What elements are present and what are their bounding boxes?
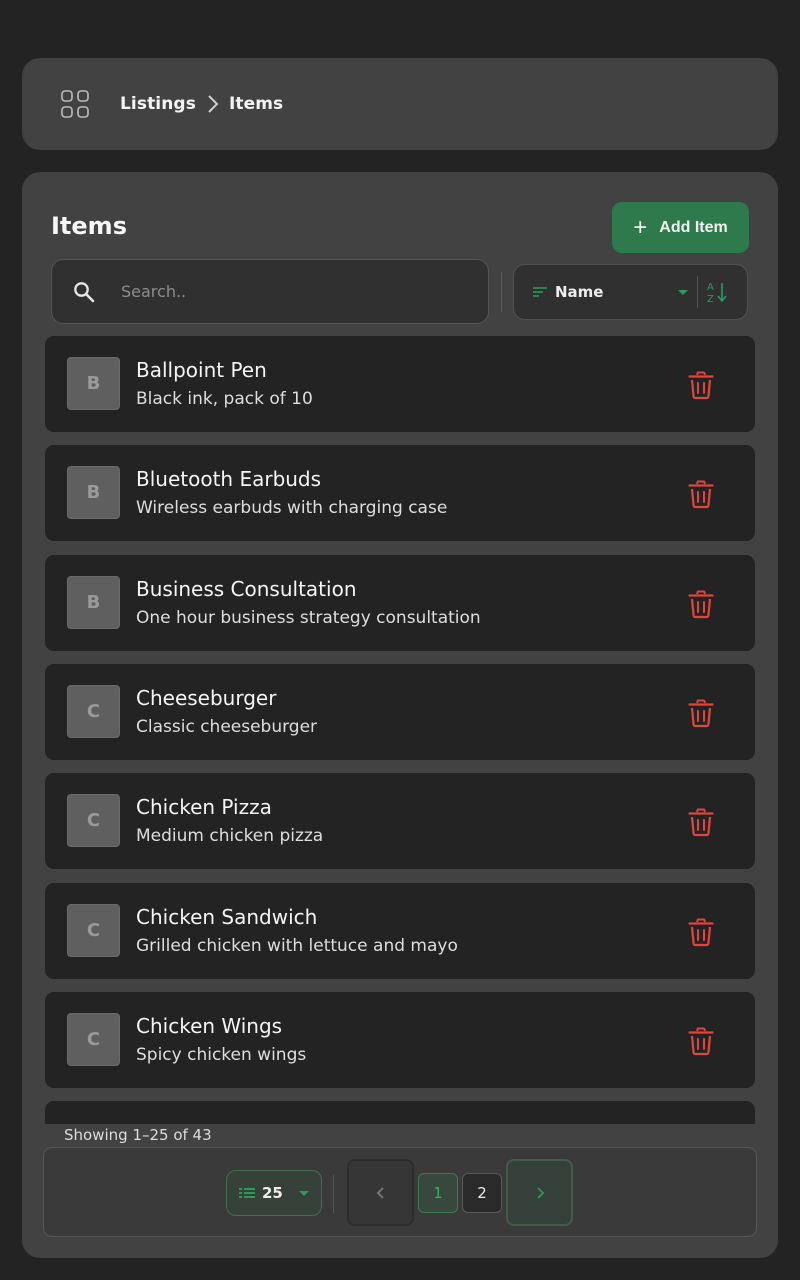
item-avatar: C: [67, 794, 120, 848]
item-description: Grilled chicken with lettuce and mayo: [136, 935, 458, 956]
item-name: Business Consultation: [136, 576, 357, 601]
next-page-button[interactable]: [506, 1159, 573, 1226]
trash-icon[interactable]: [685, 916, 717, 948]
per-page-value: 25: [262, 1184, 283, 1202]
trash-icon[interactable]: [685, 806, 717, 838]
list-item[interactable]: B Ballpoint Pen Black ink, pack of 10: [45, 336, 755, 432]
trash-icon[interactable]: [685, 1025, 717, 1057]
items-list: B Ballpoint Pen Black ink, pack of 10 B Blue…: [45, 336, 755, 1124]
trash-icon[interactable]: [685, 369, 717, 401]
search-input[interactable]: [121, 282, 451, 301]
search-icon: [74, 281, 95, 302]
add-item-button[interactable]: + Add Item: [612, 202, 749, 253]
grid-icon[interactable]: [60, 89, 90, 119]
previous-page-button[interactable]: [347, 1159, 414, 1226]
list-item[interactable]: C Chicken Pizza Medium chicken pizza: [45, 773, 755, 870]
svg-text:Z: Z: [707, 294, 714, 304]
add-item-label: Add Item: [659, 218, 728, 236]
svg-text:A: A: [707, 282, 714, 293]
divider: [333, 1175, 334, 1213]
items-panel: Items + Add Item Name A Z B Ballpoint Pen…: [22, 172, 778, 1258]
item-name: Chicken Wings: [136, 1013, 283, 1038]
item-avatar: C: [67, 684, 120, 738]
item-avatar: C: [67, 1012, 120, 1066]
chevron-left-icon: [376, 1186, 384, 1199]
chevron-right-icon: [208, 95, 219, 113]
item-avatar: C: [67, 903, 120, 957]
divider: [501, 272, 502, 312]
breadcrumb-items: Items: [228, 94, 284, 114]
trash-icon[interactable]: [685, 697, 717, 729]
sort-select[interactable]: Name A Z: [513, 264, 748, 320]
item-name: Chicken Sandwich: [136, 904, 318, 929]
list-item[interactable]: C Chicken Sandwich Grilled chicken with le…: [45, 882, 755, 979]
item-description: Medium chicken pizza: [136, 826, 324, 847]
page-title: Items: [51, 212, 127, 240]
item-name: Chicken Pizza: [136, 795, 272, 820]
item-description: Black ink, pack of 10: [136, 389, 313, 409]
breadcrumb-listings[interactable]: Listings: [120, 94, 196, 114]
sort-az-icon[interactable]: A Z: [706, 280, 728, 304]
chevron-right-icon: [536, 1186, 544, 1199]
trash-icon[interactable]: [685, 478, 717, 510]
item-description: One hour business strategy consultation: [136, 607, 481, 628]
list-item[interactable]: C Cheeseburger Classic cheeseburger: [45, 663, 755, 760]
sort-value: Name: [555, 283, 604, 301]
list-item[interactable]: [45, 1101, 755, 1124]
plus-icon: +: [633, 213, 648, 241]
chevron-down-icon: [678, 289, 688, 295]
top-bar: Listings Items: [22, 58, 778, 150]
item-description: Wireless earbuds with charging case: [136, 498, 448, 519]
search-box: [51, 259, 489, 324]
item-avatar: B: [67, 466, 120, 520]
sort-lines-icon: [533, 287, 547, 297]
pagination-bar: 25 1 2: [43, 1147, 757, 1237]
item-description: Spicy chicken wings: [136, 1044, 307, 1065]
item-avatar: B: [67, 357, 120, 410]
item-name: Bluetooth Earbuds: [136, 467, 322, 492]
list-item[interactable]: C Chicken Wings Spicy chicken wings: [45, 991, 755, 1088]
list-item[interactable]: B Bluetooth Earbuds Wireless earbuds with …: [45, 445, 755, 542]
page-2-button[interactable]: 2: [462, 1173, 502, 1213]
list-icon: [239, 1188, 255, 1198]
item-description: Classic cheeseburger: [136, 716, 318, 737]
page-1-button[interactable]: 1: [418, 1173, 458, 1213]
per-page-select[interactable]: 25: [226, 1170, 322, 1216]
chevron-down-icon: [298, 1190, 309, 1196]
divider: [697, 276, 698, 308]
trash-icon[interactable]: [685, 588, 717, 620]
item-name: Ballpoint Pen: [136, 358, 267, 382]
list-item[interactable]: B Business Consultation One hour business …: [45, 554, 755, 651]
item-avatar: B: [67, 575, 120, 629]
item-name: Cheeseburger: [136, 685, 277, 710]
